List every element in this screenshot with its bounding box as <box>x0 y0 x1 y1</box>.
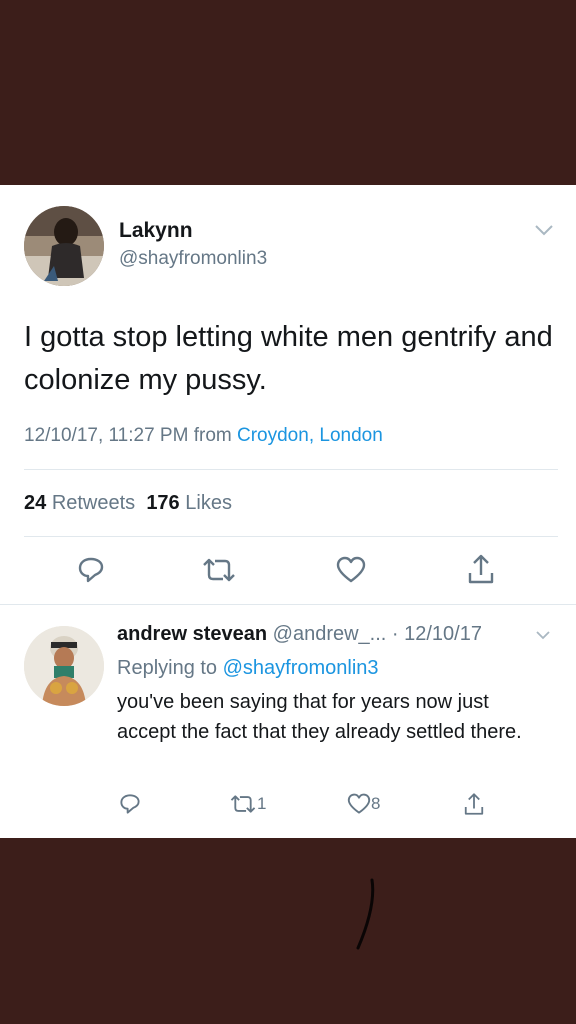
reply-like-count: 8 <box>371 794 381 813</box>
bottom-dark-band <box>0 838 576 1024</box>
like-icon[interactable] <box>336 556 366 584</box>
replying-to: Replying to @shayfromonlin3 <box>117 657 379 680</box>
divider <box>0 604 576 605</box>
reply-retweet-count: 1 <box>257 794 267 813</box>
retweet-icon[interactable] <box>201 557 237 583</box>
retweet-icon[interactable] <box>229 794 257 814</box>
reply-retweet-button[interactable]: 1 <box>229 793 266 815</box>
chevron-down-icon[interactable] <box>535 629 551 641</box>
divider <box>24 469 558 470</box>
reply-reply-button[interactable] <box>119 793 141 815</box>
retweets-stat[interactable]: 24 Retweets <box>24 492 135 514</box>
reply-icon[interactable] <box>77 556 105 584</box>
top-dark-band <box>0 0 576 185</box>
reply-text: you've been saying that for years now ju… <box>117 691 522 743</box>
location-link[interactable]: Croydon, London <box>237 425 383 446</box>
share-icon[interactable] <box>467 553 495 585</box>
reply-like-button[interactable]: 8 <box>347 793 380 815</box>
handwritten-mark <box>356 878 375 950</box>
reply-share-button[interactable] <box>463 793 485 815</box>
timestamp: 12/10/17, 11:27 PM from <box>24 425 232 446</box>
tweet-meta: 12/10/17, 11:27 PM from Croydon, London <box>24 425 383 447</box>
chevron-down-icon[interactable] <box>534 223 554 237</box>
tweet-text: I gotta stop letting white men gentrify … <box>24 321 553 396</box>
reply-header: andrew stevean @andrew_... · 12/10/17 <box>117 623 482 646</box>
user-handle[interactable]: @shayfromonlin3 <box>119 248 267 270</box>
user-name[interactable]: Lakynn <box>119 219 193 243</box>
share-icon[interactable] <box>463 792 485 816</box>
engagement-stats: 24 Retweets 176 Likes <box>24 492 232 515</box>
likes-stat[interactable]: 176 Likes <box>146 492 232 514</box>
avatar[interactable] <box>24 206 104 286</box>
replying-label: Replying to <box>117 657 218 679</box>
replying-to-link[interactable]: @shayfromonlin3 <box>223 657 379 679</box>
reply-icon[interactable] <box>119 793 141 815</box>
tweet-card: Lakynn @shayfromonlin3 I gotta stop lett… <box>0 185 576 838</box>
divider <box>24 536 558 537</box>
reply-handle[interactable]: @andrew_... · 12/10/17 <box>273 623 482 645</box>
like-icon[interactable] <box>347 793 371 815</box>
reply-user-name[interactable]: andrew stevean <box>117 623 267 645</box>
reply-avatar[interactable] <box>24 626 104 706</box>
